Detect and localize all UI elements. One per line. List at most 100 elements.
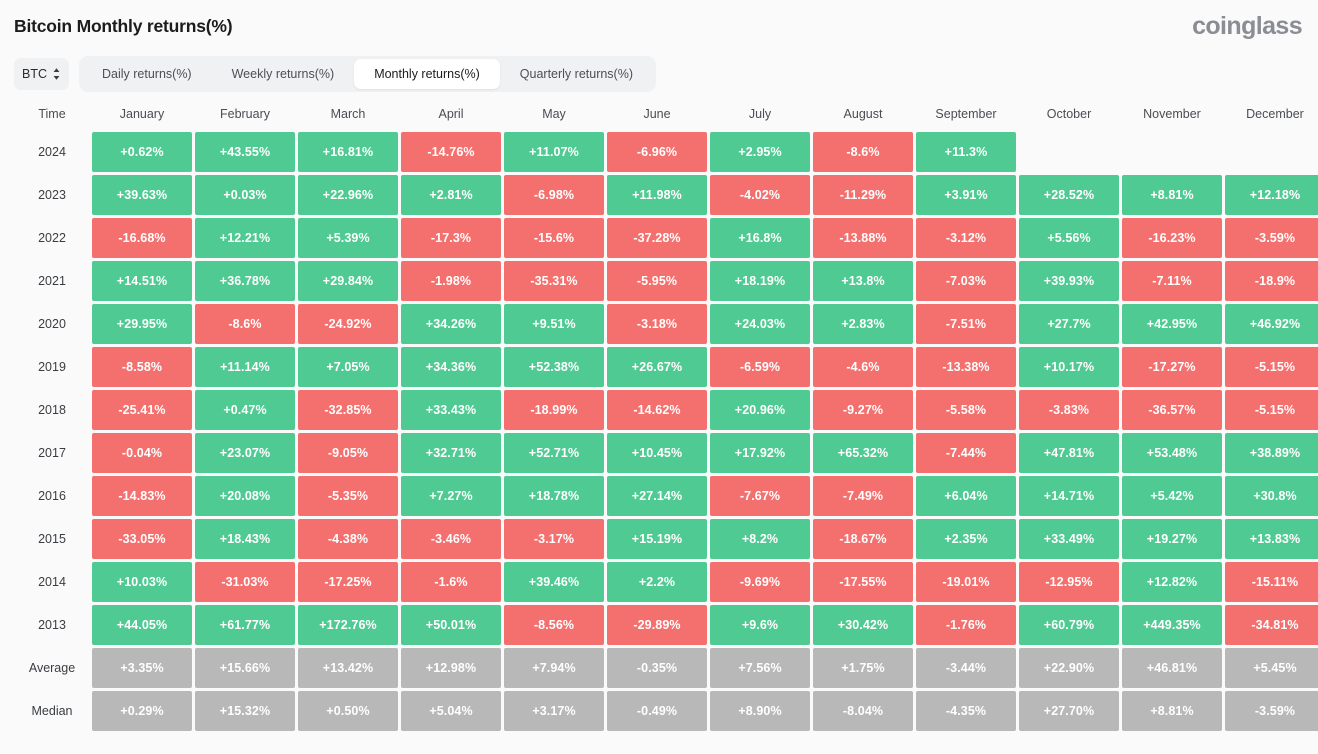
- cell-Average-June[interactable]: -0.35%: [607, 648, 707, 688]
- cell-2020-May[interactable]: +9.51%: [504, 304, 604, 344]
- cell-2014-January[interactable]: +10.03%: [92, 562, 192, 602]
- cell-2023-August[interactable]: -11.29%: [813, 175, 913, 215]
- cell-2020-August[interactable]: +2.83%: [813, 304, 913, 344]
- cell-Median-July[interactable]: +8.90%: [710, 691, 810, 731]
- cell-Average-May[interactable]: +7.94%: [504, 648, 604, 688]
- cell-2019-August[interactable]: -4.6%: [813, 347, 913, 387]
- cell-2021-November[interactable]: -7.11%: [1122, 261, 1222, 301]
- cell-2016-May[interactable]: +18.78%: [504, 476, 604, 516]
- cell-Median-October[interactable]: +27.70%: [1019, 691, 1119, 731]
- cell-2023-June[interactable]: +11.98%: [607, 175, 707, 215]
- tab-monthly-returns[interactable]: Monthly returns(%): [354, 59, 500, 89]
- cell-2013-April[interactable]: +50.01%: [401, 605, 501, 645]
- cell-2020-March[interactable]: -24.92%: [298, 304, 398, 344]
- cell-2013-February[interactable]: +61.77%: [195, 605, 295, 645]
- cell-2022-February[interactable]: +12.21%: [195, 218, 295, 258]
- cell-2024-August[interactable]: -8.6%: [813, 132, 913, 172]
- cell-2017-May[interactable]: +52.71%: [504, 433, 604, 473]
- cell-2019-December[interactable]: -5.15%: [1225, 347, 1318, 387]
- cell-2017-October[interactable]: +47.81%: [1019, 433, 1119, 473]
- cell-2018-October[interactable]: -3.83%: [1019, 390, 1119, 430]
- cell-2015-October[interactable]: +33.49%: [1019, 519, 1119, 559]
- cell-2016-April[interactable]: +7.27%: [401, 476, 501, 516]
- cell-Median-March[interactable]: +0.50%: [298, 691, 398, 731]
- cell-2014-August[interactable]: -17.55%: [813, 562, 913, 602]
- cell-2021-February[interactable]: +36.78%: [195, 261, 295, 301]
- cell-2019-January[interactable]: -8.58%: [92, 347, 192, 387]
- cell-2018-May[interactable]: -18.99%: [504, 390, 604, 430]
- cell-2015-January[interactable]: -33.05%: [92, 519, 192, 559]
- cell-Average-April[interactable]: +12.98%: [401, 648, 501, 688]
- cell-2015-February[interactable]: +18.43%: [195, 519, 295, 559]
- cell-2017-March[interactable]: -9.05%: [298, 433, 398, 473]
- cell-2017-April[interactable]: +32.71%: [401, 433, 501, 473]
- cell-2020-April[interactable]: +34.26%: [401, 304, 501, 344]
- cell-2014-June[interactable]: +2.2%: [607, 562, 707, 602]
- cell-Average-March[interactable]: +13.42%: [298, 648, 398, 688]
- cell-2013-August[interactable]: +30.42%: [813, 605, 913, 645]
- cell-2021-December[interactable]: -18.9%: [1225, 261, 1318, 301]
- cell-2017-February[interactable]: +23.07%: [195, 433, 295, 473]
- cell-2020-September[interactable]: -7.51%: [916, 304, 1016, 344]
- cell-2015-June[interactable]: +15.19%: [607, 519, 707, 559]
- tab-quarterly-returns[interactable]: Quarterly returns(%): [500, 59, 653, 89]
- cell-2024-July[interactable]: +2.95%: [710, 132, 810, 172]
- cell-2023-October[interactable]: +28.52%: [1019, 175, 1119, 215]
- symbol-select[interactable]: BTC: [14, 58, 69, 90]
- cell-Average-September[interactable]: -3.44%: [916, 648, 1016, 688]
- cell-2015-September[interactable]: +2.35%: [916, 519, 1016, 559]
- cell-2020-July[interactable]: +24.03%: [710, 304, 810, 344]
- cell-2022-October[interactable]: +5.56%: [1019, 218, 1119, 258]
- cell-2024-March[interactable]: +16.81%: [298, 132, 398, 172]
- cell-2021-May[interactable]: -35.31%: [504, 261, 604, 301]
- cell-2014-September[interactable]: -19.01%: [916, 562, 1016, 602]
- cell-2019-July[interactable]: -6.59%: [710, 347, 810, 387]
- cell-2022-July[interactable]: +16.8%: [710, 218, 810, 258]
- cell-2018-August[interactable]: -9.27%: [813, 390, 913, 430]
- cell-2019-June[interactable]: +26.67%: [607, 347, 707, 387]
- cell-2013-September[interactable]: -1.76%: [916, 605, 1016, 645]
- cell-2017-August[interactable]: +65.32%: [813, 433, 913, 473]
- cell-2021-September[interactable]: -7.03%: [916, 261, 1016, 301]
- cell-2016-July[interactable]: -7.67%: [710, 476, 810, 516]
- cell-2013-June[interactable]: -29.89%: [607, 605, 707, 645]
- cell-2019-March[interactable]: +7.05%: [298, 347, 398, 387]
- cell-Average-February[interactable]: +15.66%: [195, 648, 295, 688]
- cell-2014-December[interactable]: -15.11%: [1225, 562, 1318, 602]
- cell-2016-June[interactable]: +27.14%: [607, 476, 707, 516]
- cell-2019-September[interactable]: -13.38%: [916, 347, 1016, 387]
- cell-2019-October[interactable]: +10.17%: [1019, 347, 1119, 387]
- cell-2014-February[interactable]: -31.03%: [195, 562, 295, 602]
- cell-2013-November[interactable]: +449.35%: [1122, 605, 1222, 645]
- cell-2018-December[interactable]: -5.15%: [1225, 390, 1318, 430]
- cell-2024-January[interactable]: +0.62%: [92, 132, 192, 172]
- cell-2020-June[interactable]: -3.18%: [607, 304, 707, 344]
- cell-Median-May[interactable]: +3.17%: [504, 691, 604, 731]
- cell-2014-July[interactable]: -9.69%: [710, 562, 810, 602]
- cell-Median-December[interactable]: -3.59%: [1225, 691, 1318, 731]
- cell-2023-February[interactable]: +0.03%: [195, 175, 295, 215]
- cell-2018-March[interactable]: -32.85%: [298, 390, 398, 430]
- cell-2015-December[interactable]: +13.83%: [1225, 519, 1318, 559]
- cell-2017-September[interactable]: -7.44%: [916, 433, 1016, 473]
- cell-2021-April[interactable]: -1.98%: [401, 261, 501, 301]
- cell-2014-October[interactable]: -12.95%: [1019, 562, 1119, 602]
- cell-2021-January[interactable]: +14.51%: [92, 261, 192, 301]
- cell-2014-March[interactable]: -17.25%: [298, 562, 398, 602]
- cell-2014-November[interactable]: +12.82%: [1122, 562, 1222, 602]
- cell-2024-February[interactable]: +43.55%: [195, 132, 295, 172]
- cell-2014-May[interactable]: +39.46%: [504, 562, 604, 602]
- cell-2019-November[interactable]: -17.27%: [1122, 347, 1222, 387]
- cell-Median-August[interactable]: -8.04%: [813, 691, 913, 731]
- cell-2016-November[interactable]: +5.42%: [1122, 476, 1222, 516]
- tab-daily-returns[interactable]: Daily returns(%): [82, 59, 212, 89]
- cell-Average-August[interactable]: +1.75%: [813, 648, 913, 688]
- cell-2018-February[interactable]: +0.47%: [195, 390, 295, 430]
- cell-2023-March[interactable]: +22.96%: [298, 175, 398, 215]
- cell-2024-June[interactable]: -6.96%: [607, 132, 707, 172]
- cell-2022-March[interactable]: +5.39%: [298, 218, 398, 258]
- cell-2015-May[interactable]: -3.17%: [504, 519, 604, 559]
- cell-2020-October[interactable]: +27.7%: [1019, 304, 1119, 344]
- cell-2016-August[interactable]: -7.49%: [813, 476, 913, 516]
- cell-Average-October[interactable]: +22.90%: [1019, 648, 1119, 688]
